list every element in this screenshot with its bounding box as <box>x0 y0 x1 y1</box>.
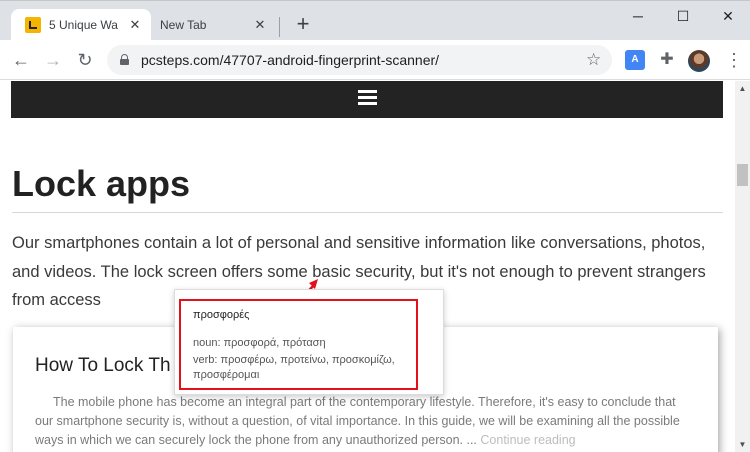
new-tab-button[interactable]: + <box>292 13 314 36</box>
profile-avatar[interactable] <box>688 50 710 72</box>
minimize-button[interactable]: ─ <box>627 5 649 27</box>
translation-popup: προσφορές noun: προσφορά, πρόταση verb: … <box>174 289 444 395</box>
translation-highlight-box: προσφορές noun: προσφορά, πρόταση verb: … <box>179 299 418 390</box>
extensions-puzzle-icon[interactable]: ✚ <box>657 50 677 70</box>
tab-strip: 5 Unique Wa ✕ New Tab ✕ + ─ ☐ ✕ <box>0 0 750 41</box>
browser-toolbar: ← → ↻ pcsteps.com/47707-android-fingerpr… <box>0 40 750 80</box>
tab-new-tab[interactable]: New Tab ✕ <box>152 9 276 41</box>
star-icon[interactable]: ☆ <box>586 50 601 70</box>
maximize-button[interactable]: ☐ <box>672 5 694 27</box>
scroll-up-icon[interactable]: ▲ <box>735 81 750 96</box>
card-excerpt-text: The mobile phone has become an integral … <box>35 395 680 447</box>
tab-title: 5 Unique Wa <box>49 18 118 32</box>
tab-close-icon[interactable]: ✕ <box>127 17 143 33</box>
site-navbar <box>11 81 723 118</box>
browser-menu-icon[interactable]: ⋮ <box>724 50 744 70</box>
translation-word: προσφορές <box>193 309 250 321</box>
address-bar[interactable]: pcsteps.com/47707-android-fingerprint-sc… <box>107 45 612 75</box>
page-content: Lock apps Our smartphones contain a lot … <box>0 81 735 452</box>
page-scrollbar[interactable]: ▲ ▼ <box>735 81 750 452</box>
translation-verb: verb: προσφέρω, προτείνω, προσκομίζω, πρ… <box>193 354 395 381</box>
section-heading: Lock apps <box>12 163 191 204</box>
translation-noun: noun: προσφορά, πρόταση <box>193 337 326 349</box>
tab-active[interactable]: 5 Unique Wa ✕ <box>11 9 151 41</box>
hamburger-menu-icon[interactable] <box>358 90 377 105</box>
translate-extension-icon[interactable]: A <box>625 50 645 70</box>
heading-divider <box>12 212 723 213</box>
pcsteps-favicon-icon <box>25 17 41 33</box>
tab-separator <box>279 17 280 37</box>
reload-button[interactable]: ↻ <box>73 48 97 72</box>
forward-button[interactable]: → <box>41 48 65 72</box>
card-excerpt: The mobile phone has become an integral … <box>35 393 695 450</box>
close-window-button[interactable]: ✕ <box>717 5 739 27</box>
tab-close-icon[interactable]: ✕ <box>252 17 268 33</box>
lock-icon[interactable] <box>120 54 129 65</box>
scroll-down-icon[interactable]: ▼ <box>735 437 750 452</box>
url-text[interactable]: pcsteps.com/47707-android-fingerprint-sc… <box>141 52 439 68</box>
continue-reading-link[interactable]: Continue reading <box>480 433 575 447</box>
back-button[interactable]: ← <box>9 48 33 72</box>
tab-title: New Tab <box>160 18 207 32</box>
scrollbar-thumb[interactable] <box>737 164 748 186</box>
card-title-text: How To Lock Th <box>35 355 171 376</box>
